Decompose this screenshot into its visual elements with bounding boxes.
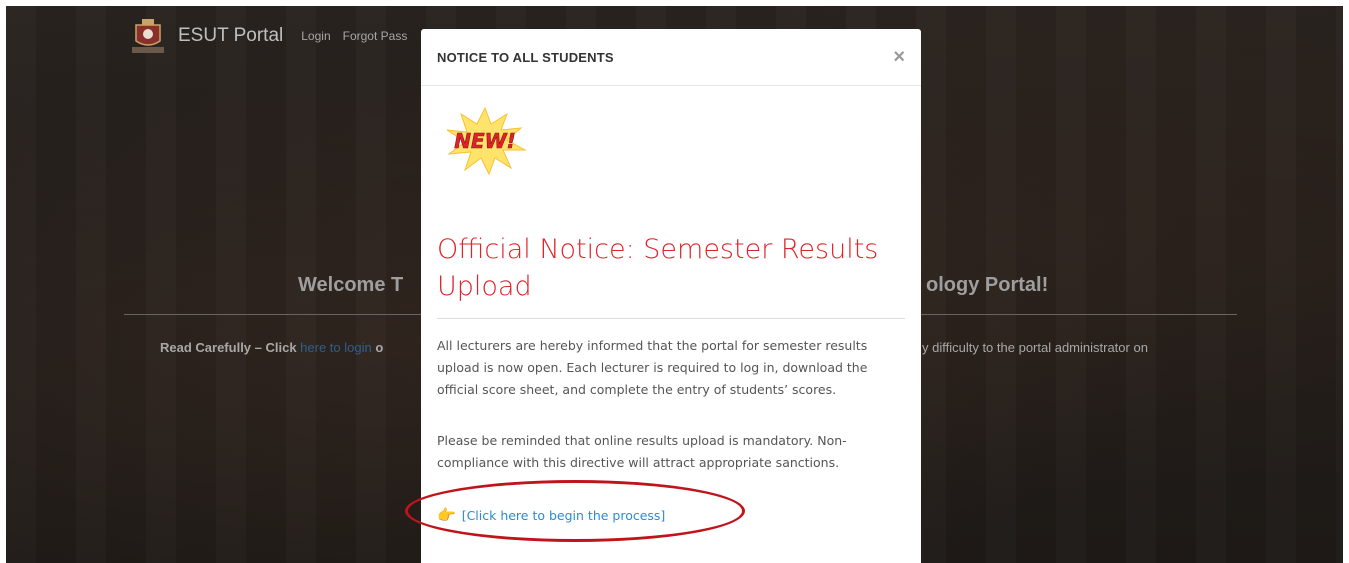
new-badge-icon: NEW!: [441, 106, 529, 176]
notice-heading: Official Notice: Semester Results Upload: [437, 234, 879, 302]
red-annotation-oval: [405, 480, 745, 542]
login-link[interactable]: here to login: [300, 340, 372, 355]
read-carefully-tail: o: [371, 340, 384, 355]
nav-link-forgot-password[interactable]: Forgot Pass: [343, 29, 408, 43]
read-carefully-right: y difficulty to the portal administrator…: [922, 340, 1148, 355]
notice-paragraph-1: All lecturers are hereby informed that t…: [437, 338, 868, 397]
read-carefully-label: Read Carefully – Click: [160, 340, 301, 355]
modal-title: NOTICE TO ALL STUDENTS: [437, 49, 614, 65]
welcome-heading-right: ology Portal!: [926, 274, 1049, 296]
brand-title[interactable]: ESUT Portal: [178, 25, 283, 47]
read-carefully-left: Read Carefully – Click here to login o: [160, 340, 383, 355]
close-button[interactable]: ×: [893, 47, 905, 67]
modal-header: NOTICE TO ALL STUDENTS ×: [421, 29, 921, 86]
notice-paragraph-2: Please be reminded that online results u…: [437, 433, 847, 470]
esut-logo[interactable]: [128, 17, 168, 55]
welcome-heading-left: Welcome T: [298, 274, 404, 296]
nav-link-login[interactable]: Login: [301, 29, 330, 43]
navbar: ESUT Portal Login Forgot Pass: [128, 16, 419, 56]
heading-divider: [437, 318, 905, 319]
new-badge-label: NEW!: [454, 129, 516, 153]
